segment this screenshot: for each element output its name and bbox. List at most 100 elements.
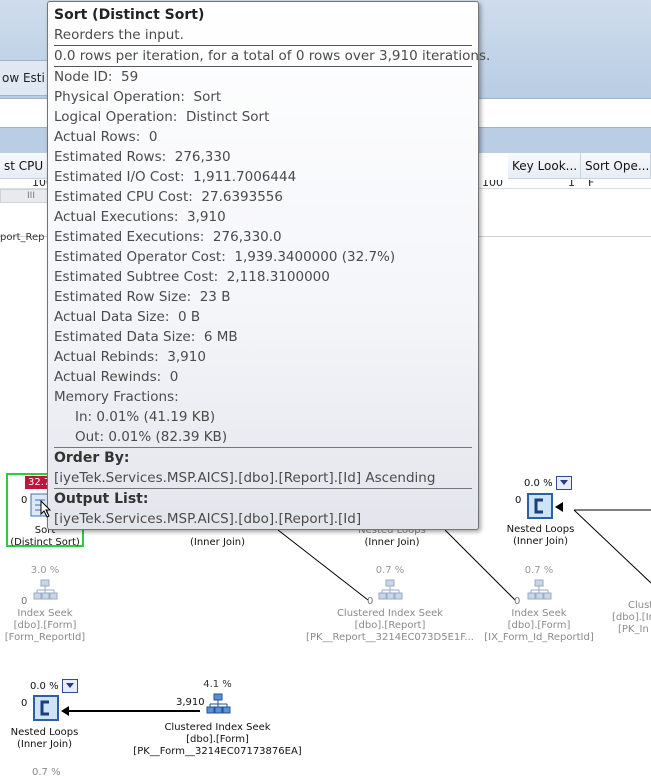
nested-loops-d-cost: 0.0 % bbox=[30, 679, 90, 693]
memory-fractions-label: Memory Fractions: bbox=[54, 389, 179, 405]
tooltip-property-row: Node ID: 59 bbox=[54, 67, 472, 87]
property-value: 0 bbox=[169, 369, 179, 385]
nested-loops-c-node[interactable] bbox=[526, 492, 553, 524]
property-value: Distinct Sort bbox=[185, 109, 270, 125]
nested-loops-d-node[interactable] bbox=[32, 694, 59, 726]
property-label: Actual Data Size: bbox=[54, 309, 170, 325]
node-subtitle: [dbo].[Report] bbox=[354, 620, 426, 631]
node-title: Clust bbox=[628, 600, 651, 611]
property-label: Logical Operation: bbox=[54, 109, 178, 125]
tooltip-title: Sort (Distinct Sort) bbox=[54, 7, 205, 23]
flow-arrow bbox=[61, 706, 69, 716]
tooltip-property-row: Estimated Subtree Cost: 2,118.3100000 bbox=[54, 267, 472, 287]
property-value: 276,330 bbox=[174, 149, 231, 165]
memory-out: Out: 0.01% (82.39 KB) bbox=[75, 429, 228, 445]
flow-arrow bbox=[555, 502, 563, 512]
row-count: 0 bbox=[21, 596, 28, 607]
tooltip-property-row: Physical Operation: Sort bbox=[54, 87, 472, 107]
cost-percent: 0.7 % bbox=[524, 565, 554, 576]
property-value: 6 MB bbox=[203, 329, 238, 345]
node-title: Clustered Index Seek bbox=[336, 608, 444, 619]
row-count: 0 bbox=[514, 596, 521, 607]
index-seek-form2-node[interactable]: 0.7 % Index Seek [dbo].[Form] [IX_Form_I… bbox=[483, 565, 595, 644]
property-label: Estimated Rows: bbox=[54, 149, 167, 165]
cost-percent: 0.0 % bbox=[30, 681, 59, 692]
tooltip-properties: Node ID: 59 Physical Operation: Sort Logic… bbox=[54, 67, 472, 387]
grid-cell: F bbox=[588, 180, 595, 189]
index-seek-icon bbox=[32, 578, 58, 604]
node-subtitle: (Inner Join) bbox=[512, 536, 569, 547]
tooltip-property-row: Estimated Rows: 276,330 bbox=[54, 147, 472, 167]
tooltip-property-row: Actual Rebinds: 3,910 bbox=[54, 347, 472, 367]
node-title: Nested Loops bbox=[10, 727, 79, 738]
property-value: Sort bbox=[193, 89, 222, 105]
memory-in: In: 0.01% (41.19 KB) bbox=[75, 409, 216, 425]
clustered-index-seek-report-node[interactable]: 0.7 % Clustered Index Seek [dbo].[Report… bbox=[305, 565, 475, 644]
grid-cell: 1 bbox=[568, 180, 575, 189]
dropdown-toggle-icon[interactable] bbox=[555, 476, 572, 490]
node-subtitle: (Inner Join) bbox=[16, 739, 73, 750]
tooltip-property-row: Estimated Executions: 276,330.0 bbox=[54, 227, 472, 247]
row-count: 0 bbox=[21, 495, 28, 506]
operator-tooltip: Sort (Distinct Sort) Reorders the input.… bbox=[47, 1, 490, 530]
dropdown-toggle-icon[interactable] bbox=[61, 679, 78, 693]
tooltip-property-row: Actual Rewinds: 0 bbox=[54, 367, 472, 387]
node-subtitle: (Inner Join) bbox=[189, 537, 246, 548]
index-seek-form-node[interactable]: 3.0 % Index Seek [dbo].[Form] [Form_Repo… bbox=[0, 565, 90, 644]
row-count: 0 bbox=[367, 596, 374, 607]
property-label: Estimated Subtree Cost: bbox=[54, 269, 219, 285]
nested-loops-d-label: Nested Loops (Inner Join) bbox=[7, 727, 82, 751]
clustered-index-right-label: Clust [dbo].[In [PK_In bbox=[612, 600, 651, 636]
property-value: 3,910 bbox=[167, 349, 206, 365]
output-list-heading: Output List: bbox=[54, 488, 472, 509]
clipped-label: port_Rep bbox=[0, 232, 45, 243]
cost-percent: 0.7 % bbox=[32, 767, 61, 778]
cost-percent: 0.7 % bbox=[375, 565, 405, 576]
property-value: 0 B bbox=[177, 309, 201, 325]
tooltip-property-row: Logical Operation: Distinct Sort bbox=[54, 107, 472, 127]
index-seek-icon bbox=[526, 578, 552, 604]
property-label: Actual Rebinds: bbox=[54, 349, 159, 365]
clustered-index-seek-form-node[interactable]: 4.1 % Clustered Index Seek [dbo].[Form] … bbox=[130, 679, 305, 758]
property-value: 276,330.0 bbox=[212, 229, 282, 245]
property-value: 23 B bbox=[199, 289, 231, 305]
nested-loops-icon bbox=[526, 492, 553, 519]
tooltip-property-row: Estimated CPU Cost: 27.6393556 bbox=[54, 187, 472, 207]
column-header[interactable]: Sort Ope... bbox=[581, 153, 651, 179]
nested-loops-a-label: (Inner Join) bbox=[185, 537, 250, 549]
property-label: Actual Executions: bbox=[54, 209, 179, 225]
property-label: Actual Rows: bbox=[54, 129, 141, 145]
tooltip-property-row: Estimated Data Size: 6 MB bbox=[54, 327, 472, 347]
tooltip-iterations: 0.0 rows per iteration, for a total of 0… bbox=[54, 46, 490, 67]
cost-percent: 3.0 % bbox=[30, 565, 60, 576]
row-count: 0 bbox=[515, 495, 522, 506]
row-count: 0 bbox=[21, 698, 28, 709]
tooltip-property-row: Estimated I/O Cost: 1,911.7006444 bbox=[54, 167, 472, 187]
property-label: Estimated CPU Cost: bbox=[54, 189, 193, 205]
tooltip-property-row: Estimated Row Size: 23 B bbox=[54, 287, 472, 307]
nested-loops-c-cost: 0.0 % bbox=[524, 476, 584, 490]
property-label: Estimated Executions: bbox=[54, 229, 205, 245]
node-title: Index Seek bbox=[511, 608, 567, 619]
node-detail: [IX_Form_Id_ReportId] bbox=[484, 632, 594, 643]
node-detail: [PK__Form__3214EC07173876EA] bbox=[133, 746, 302, 757]
property-label: Estimated Row Size: bbox=[54, 289, 192, 305]
node-title: Index Seek bbox=[17, 608, 73, 619]
tooltip-property-row: Actual Executions: 3,910 bbox=[54, 207, 472, 227]
node-title: Clustered Index Seek bbox=[164, 722, 271, 733]
column-header[interactable]: Key Look... bbox=[508, 153, 581, 179]
output-list-value: [iyeTek.Services.MSP.AICS].[dbo].[Report… bbox=[54, 511, 362, 527]
mouse-cursor-icon bbox=[40, 499, 52, 522]
property-value: 1,939.3400000 (32.7%) bbox=[234, 249, 396, 265]
property-value: 2,118.3100000 bbox=[226, 269, 330, 285]
property-label: Actual Rewinds: bbox=[54, 369, 162, 385]
node-detail: [PK__Report__3214EC073D5E1F... bbox=[306, 632, 474, 643]
property-value: 27.6393556 bbox=[201, 189, 283, 205]
node-subtitle: [dbo].[Form] bbox=[13, 620, 77, 631]
order-by-value: [iyeTek.Services.MSP.AICS].[dbo].[Report… bbox=[54, 470, 436, 486]
tooltip-property-row: Estimated Operator Cost: 1,939.3400000 (… bbox=[54, 247, 472, 267]
property-value: 1,911.7006444 bbox=[193, 169, 297, 185]
grid-cell: 100 bbox=[482, 180, 503, 189]
property-label: Estimated Operator Cost: bbox=[54, 249, 226, 265]
node-subtitle: [dbo].[Form] bbox=[186, 734, 249, 745]
